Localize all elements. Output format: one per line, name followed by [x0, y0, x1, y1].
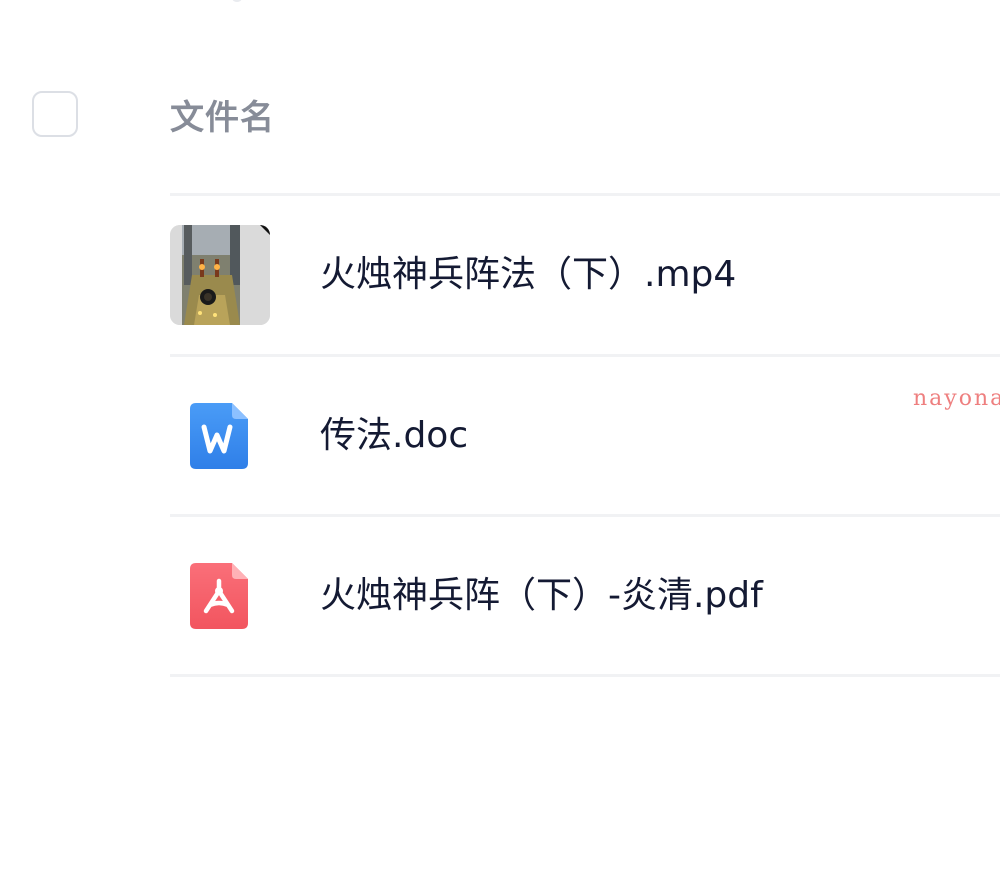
file-row-doc[interactable]: 传法.doc	[170, 357, 1000, 515]
word-doc-icon	[190, 401, 250, 471]
video-frame-icon	[170, 225, 270, 325]
file-row-video[interactable]: 火烛神兵阵法（下）.mp4	[170, 196, 1000, 354]
video-thumbnail	[170, 225, 270, 325]
file-name[interactable]: 传法.doc	[320, 414, 468, 458]
row-divider	[170, 674, 1000, 677]
select-all-checkbox[interactable]	[32, 91, 78, 137]
file-name[interactable]: 火烛神兵阵法（下）.mp4	[320, 253, 736, 297]
column-header-filename[interactable]: 文件名	[170, 96, 275, 140]
file-row-pdf[interactable]: 火烛神兵阵（下）-炎清.pdf	[170, 517, 1000, 675]
file-name[interactable]: 火烛神兵阵（下）-炎清.pdf	[320, 574, 763, 618]
pdf-file-icon	[190, 561, 250, 631]
file-list-page: 文件名 火烛神兵阵法（下）.mp4 传法.doc 火烛神兵阵（下）-炎清.pdf…	[0, 0, 1000, 874]
top-edge-fragment	[232, 0, 242, 2]
watermark-text: nayona	[913, 386, 1000, 411]
